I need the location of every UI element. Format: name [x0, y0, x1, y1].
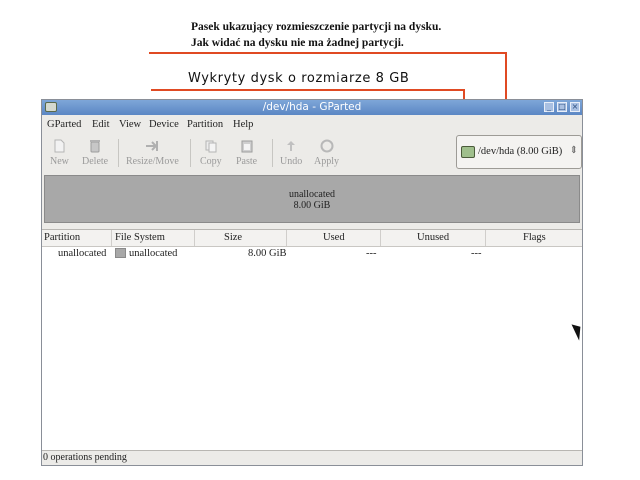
annotation-partition-bar: Pasek ukazujący rozmieszczenie partycji …: [191, 19, 441, 51]
cell-unused: ---: [471, 248, 482, 259]
status-bar: 0 operations pending: [42, 450, 582, 465]
toolbar-separator: [272, 139, 273, 167]
menu-device[interactable]: Device: [149, 119, 179, 130]
paste-icon: [241, 140, 253, 153]
table-header: Partition File System Size Used Unused F…: [42, 230, 582, 247]
column-header-filesystem[interactable]: File System: [115, 232, 165, 243]
title-bar[interactable]: /dev/hda - GParted _ □ ×: [42, 100, 582, 115]
harddisk-icon: [461, 146, 475, 158]
cell-partition: unallocated: [58, 248, 107, 259]
partition-bar-size: 8.00 GiB: [293, 200, 331, 211]
menu-gparted[interactable]: GParted: [47, 119, 81, 130]
annotation-disk: Wykryty dysk o rozmiarze 8 GB: [188, 71, 410, 86]
toolbar-separator: [190, 139, 191, 167]
filesystem-color-swatch: [115, 248, 126, 258]
minimize-icon[interactable]: _: [544, 102, 554, 112]
delete-label: Delete: [82, 156, 109, 167]
device-selector-label: /dev/hda (8.00 GiB): [478, 146, 563, 157]
partition-bar-label: unallocated 8.00 GiB: [45, 189, 579, 211]
cell-size: 8.00 GiB: [248, 248, 287, 259]
delete-icon: [90, 140, 101, 153]
partition-bar[interactable]: unallocated 8.00 GiB: [44, 175, 580, 223]
column-header-size[interactable]: Size: [224, 232, 242, 243]
column-divider[interactable]: [194, 230, 195, 246]
gparted-window: /dev/hda - GParted _ □ × GParted Edit Vi…: [41, 99, 583, 466]
pointer-line: [151, 89, 464, 91]
apply-button[interactable]: Apply: [314, 139, 339, 167]
partition-bar-name: unallocated: [288, 189, 336, 200]
column-header-unused[interactable]: Unused: [417, 232, 449, 243]
copy-icon: [205, 140, 217, 153]
undo-label: Undo: [280, 156, 303, 167]
delete-button[interactable]: Delete: [82, 139, 108, 167]
new-label: New: [50, 156, 69, 167]
toolbar-separator: [118, 139, 119, 167]
resize-move-icon: [146, 141, 159, 151]
column-divider[interactable]: [380, 230, 381, 246]
device-selector[interactable]: /dev/hda (8.00 GiB) ⇕: [456, 135, 582, 169]
resize-move-label: Resize/Move: [126, 156, 179, 167]
column-header-flags[interactable]: Flags: [523, 232, 546, 243]
column-divider[interactable]: [286, 230, 287, 246]
apply-label: Apply: [314, 156, 339, 167]
resize-move-button[interactable]: Resize/Move: [126, 139, 179, 167]
pointer-line: [149, 52, 506, 54]
paste-button[interactable]: Paste: [236, 139, 257, 167]
maximize-icon[interactable]: □: [557, 102, 567, 112]
paste-label: Paste: [236, 156, 258, 167]
table-row[interactable]: unallocated unallocated 8.00 GiB --- ---: [42, 248, 582, 262]
menu-partition[interactable]: Partition: [187, 119, 223, 130]
toolbar: New Delete Resize/Move Copy Paste Undo A…: [42, 133, 582, 173]
annotation-line-1: Pasek ukazujący rozmieszczenie partycji …: [191, 21, 442, 33]
partition-list: Partition File System Size Used Unused F…: [42, 229, 582, 452]
menu-view[interactable]: View: [119, 119, 141, 130]
chevron-updown-icon: ⇕: [569, 145, 578, 156]
annotation-line-2: Jak widać na dysku nie ma żadnej partycj…: [191, 37, 404, 49]
undo-icon: [287, 141, 296, 151]
menu-bar: GParted Edit View Device Partition Help: [42, 116, 582, 133]
window-title: /dev/hda - GParted: [262, 101, 362, 113]
undo-button[interactable]: Undo: [280, 139, 302, 167]
copy-label: Copy: [200, 156, 222, 167]
column-divider[interactable]: [485, 230, 486, 246]
cell-used: ---: [366, 248, 377, 259]
menu-edit[interactable]: Edit: [92, 119, 110, 130]
copy-button[interactable]: Copy: [200, 139, 222, 167]
close-icon[interactable]: ×: [570, 102, 580, 112]
menu-help[interactable]: Help: [233, 119, 253, 130]
column-divider[interactable]: [111, 230, 112, 246]
cell-filesystem: unallocated: [129, 248, 178, 259]
new-button[interactable]: New: [50, 139, 69, 167]
apply-icon: [320, 139, 333, 153]
column-header-partition[interactable]: Partition: [44, 232, 80, 243]
column-header-used[interactable]: Used: [323, 232, 345, 243]
new-icon: [54, 139, 65, 153]
